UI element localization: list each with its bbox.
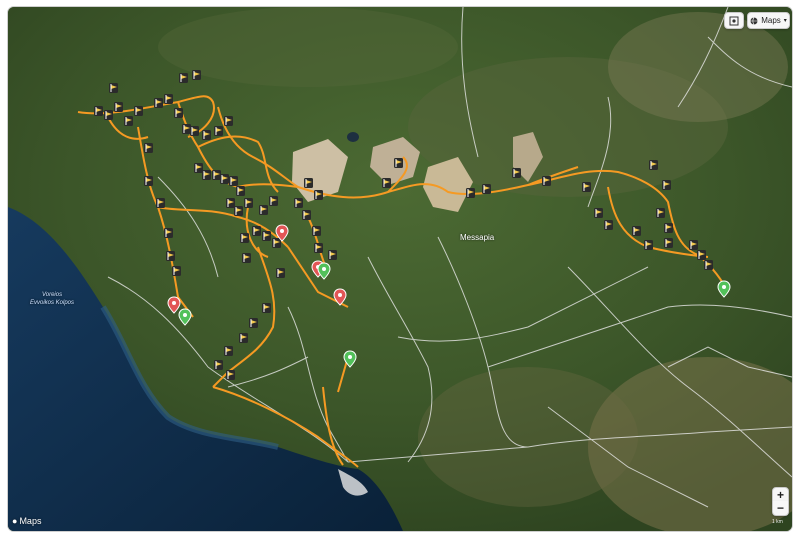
- terrain-patch: [158, 7, 458, 87]
- maps-attribution[interactable]: ● Maps: [12, 516, 41, 526]
- locate-button[interactable]: [724, 12, 744, 29]
- maps-attribution-label: Maps: [19, 516, 42, 526]
- globe-icon: [750, 16, 758, 25]
- locate-icon: [729, 16, 739, 25]
- map-frame[interactable]: Voreios Evvoikos Kolpos Messapia Maps ▾ …: [8, 7, 792, 531]
- satellite-map[interactable]: [8, 7, 792, 531]
- chevron-down-icon: ▾: [783, 18, 787, 24]
- map-type-button[interactable]: Maps ▾: [747, 12, 790, 29]
- map-type-label: Maps: [761, 16, 781, 25]
- pit-lake: [347, 132, 359, 142]
- apple-logo-icon: ●: [12, 516, 18, 526]
- farmland: [418, 367, 638, 507]
- zoom-out-button[interactable]: −: [772, 501, 789, 516]
- scale-label: 1 km: [772, 519, 783, 525]
